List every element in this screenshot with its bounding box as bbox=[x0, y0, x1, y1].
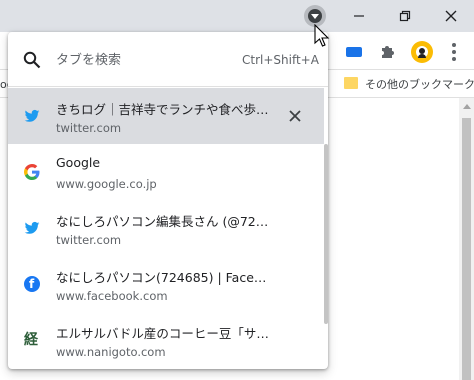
restore-icon bbox=[399, 10, 411, 22]
twitter-icon bbox=[24, 221, 40, 234]
puzzle-icon[interactable] bbox=[379, 42, 397, 60]
close-icon[interactable] bbox=[287, 108, 303, 124]
popup-scrollbar-thumb[interactable] bbox=[324, 144, 328, 324]
minimize-icon bbox=[354, 15, 364, 17]
page-scrollbar-thumb[interactable] bbox=[462, 118, 471, 380]
restore-button[interactable] bbox=[382, 0, 428, 32]
tab-title: Google bbox=[56, 155, 101, 170]
close-window-button[interactable] bbox=[428, 0, 474, 32]
tab-title: エルサルバドル産のコーヒー豆「サンタ・アナ」 bbox=[56, 326, 274, 341]
tab-row[interactable]: f なにしろパソコン(724685) | Facebook www.facebo… bbox=[8, 256, 324, 312]
tab-title: なにしろパソコン編集長さん (@724685) / Twitter bbox=[56, 214, 274, 229]
avatar[interactable] bbox=[411, 41, 433, 63]
facebook-icon: f bbox=[24, 276, 40, 292]
search-icon bbox=[23, 51, 41, 69]
avatar-body bbox=[418, 54, 426, 58]
minimize-button[interactable] bbox=[336, 0, 382, 32]
tab-title: きちログ｜吉祥寺でランチや食べ歩きを楽しむブログ bbox=[56, 102, 274, 117]
tab-url: twitter.com bbox=[56, 121, 122, 135]
shortcut-hint: Ctrl+Shift+A bbox=[242, 53, 319, 67]
chevron-down-icon bbox=[311, 14, 319, 19]
close-icon bbox=[445, 10, 457, 22]
tab-title: なにしろパソコン(724685) | Facebook bbox=[56, 270, 274, 285]
tab-url: www.facebook.com bbox=[56, 289, 168, 303]
nanigoto-kanji-icon: 経 bbox=[24, 332, 38, 348]
tab-search-popup: Ctrl+Shift+A きちログ｜吉祥寺でランチや食べ歩きを楽しむブログ tw… bbox=[8, 32, 328, 369]
tab-row[interactable]: 経 エルサルバドル産のコーヒー豆「サンタ・アナ」 www.nanigoto.co… bbox=[8, 312, 324, 368]
tab-search-input[interactable] bbox=[56, 49, 226, 71]
tab-row[interactable]: なにしろパソコン編集長さん (@724685) / Twitter twitte… bbox=[8, 200, 324, 256]
extension-blue-icon[interactable] bbox=[346, 47, 362, 57]
tab-row[interactable]: Google www.google.co.jp bbox=[8, 144, 324, 200]
tab-url: twitter.com bbox=[56, 233, 122, 247]
cursor-icon bbox=[314, 24, 330, 47]
scroll-up-icon[interactable] bbox=[463, 104, 471, 109]
tab-search-bar: Ctrl+Shift+A bbox=[8, 32, 328, 87]
tab-list: きちログ｜吉祥寺でランチや食べ歩きを楽しむブログ twitter.com Goo… bbox=[8, 88, 328, 369]
tab-row[interactable]: きちログ｜吉祥寺でランチや食べ歩きを楽しむブログ twitter.com bbox=[8, 88, 324, 144]
other-bookmarks-label[interactable]: その他のブックマーク bbox=[365, 76, 474, 92]
kebab-menu-icon[interactable] bbox=[452, 43, 456, 61]
tab-url: www.google.co.jp bbox=[56, 177, 157, 191]
twitter-icon bbox=[24, 109, 40, 122]
google-icon bbox=[24, 164, 40, 180]
folder-icon bbox=[344, 77, 358, 89]
tab-url: www.nanigoto.com bbox=[56, 345, 166, 359]
